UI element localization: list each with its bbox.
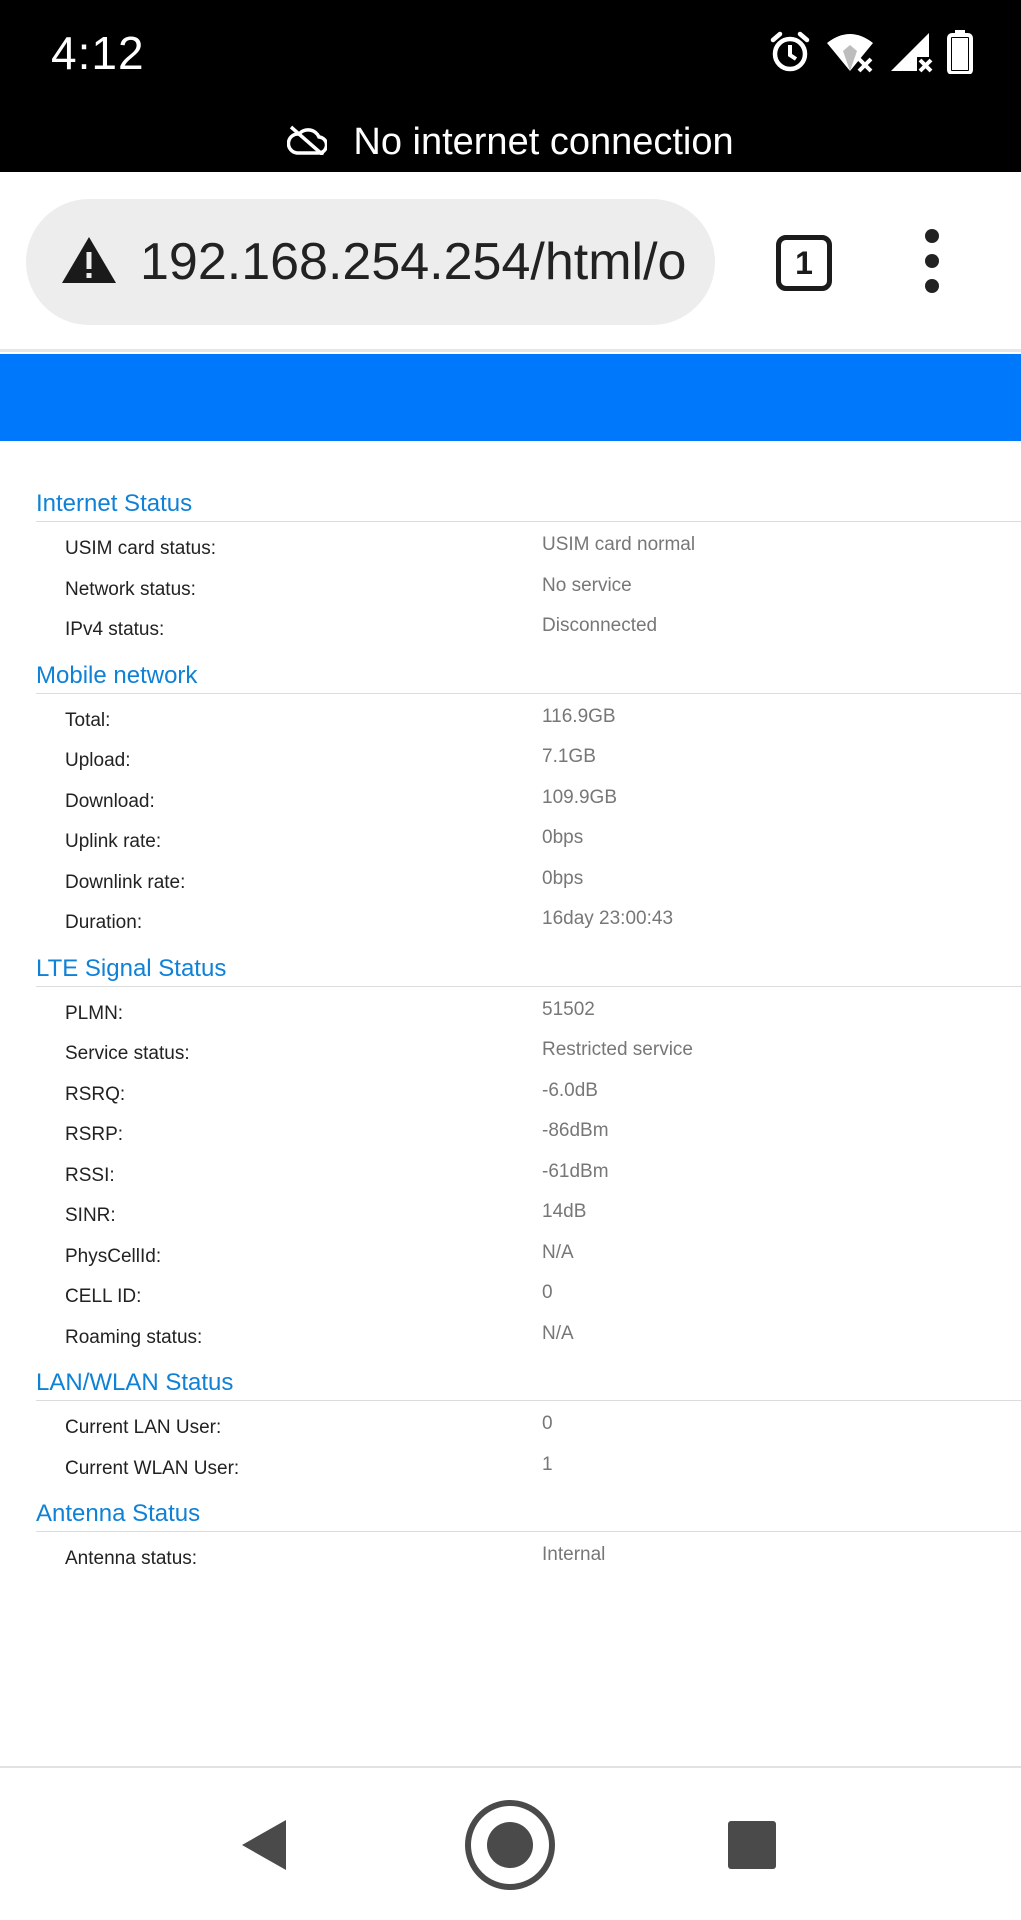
info-row: IPv4 status: Disconnected <box>36 607 1021 648</box>
row-value: N/A <box>542 1322 574 1344</box>
address-bar[interactable]: 192.168.254.254/html/o <box>26 199 715 325</box>
row-label: Current LAN User: <box>65 1417 222 1438</box>
row-label: PhysCellId: <box>65 1245 162 1267</box>
info-row: Current LAN User: 0 <box>36 1405 1021 1446</box>
row-value: 109.9GB <box>542 786 617 808</box>
battery-icon <box>947 30 973 74</box>
info-row: Antenna status: Internal <box>36 1536 1021 1577</box>
section-mobile-network: Mobile network Total: 116.9GB Upload: 7.1G… <box>36 656 1021 949</box>
browser-toolbar: 192.168.254.254/html/o 1 <box>0 172 1021 352</box>
row-label: USIM card status: <box>65 538 216 559</box>
row-label: Antenna status: <box>65 1548 198 1569</box>
tab-switcher-button[interactable]: 1 <box>776 235 832 291</box>
row-value: Restricted service <box>542 1039 693 1060</box>
info-row: Download: 109.9GB <box>36 779 1021 820</box>
row-label: RSRQ: <box>65 1083 126 1105</box>
info-row: SINR: 14dB <box>36 1193 1021 1234</box>
warning-icon[interactable] <box>60 235 118 290</box>
row-value: N/A <box>542 1241 574 1263</box>
info-row: USIM card status: USIM card normal <box>36 526 1021 567</box>
row-label: RSRP: <box>65 1124 124 1145</box>
row-label: Download: <box>65 790 155 812</box>
info-row: Duration: 16day 23:00:43 <box>36 900 1021 941</box>
section-title: Antenna Status <box>36 1494 1021 1532</box>
info-row: Upload: 7.1GB <box>36 738 1021 779</box>
section-antenna-status: Antenna Status Antenna status: Internal <box>36 1494 1021 1585</box>
row-value: 16day 23:00:43 <box>542 908 674 929</box>
info-row: Current WLAN User: 1 <box>36 1446 1021 1487</box>
row-label: Network status: <box>65 578 196 600</box>
row-label: Service status: <box>65 1043 190 1064</box>
row-label: IPv4 status: <box>65 619 165 640</box>
row-value: -86dBm <box>542 1120 609 1141</box>
info-row: RSRP: -86dBm <box>36 1112 1021 1153</box>
section-lte-signal-status: LTE Signal Status PLMN: 51502 Service sta… <box>36 949 1021 1364</box>
clock: 4:12 <box>51 27 145 79</box>
recents-icon[interactable] <box>728 1821 776 1869</box>
row-value: 7.1GB <box>542 746 596 767</box>
row-value: -6.0dB <box>542 1079 598 1101</box>
offline-message: No internet connection <box>353 120 734 163</box>
row-value: -61dBm <box>542 1160 609 1182</box>
row-label: Downlink rate: <box>65 871 186 893</box>
row-value: 0bps <box>542 867 584 889</box>
row-value: 14dB <box>542 1201 587 1222</box>
row-value: 51502 <box>542 998 595 1020</box>
home-icon[interactable] <box>465 1800 555 1890</box>
info-row: Network status: No service <box>36 567 1021 608</box>
more-vert-icon[interactable] <box>915 229 949 293</box>
status-content: Internet Status USIM card status: USIM ca… <box>36 484 1021 1585</box>
row-label: Current WLAN User: <box>65 1457 240 1479</box>
wifi-off-icon <box>825 31 875 73</box>
row-label: Uplink rate: <box>65 831 162 852</box>
row-label: RSSI: <box>65 1164 115 1186</box>
row-label: Roaming status: <box>65 1326 203 1348</box>
info-row: Service status: Restricted service <box>36 1031 1021 1072</box>
row-value: 1 <box>542 1453 553 1475</box>
info-row: RSSI: -61dBm <box>36 1153 1021 1194</box>
section-lan-wlan-status: LAN/WLAN Status Current LAN User: 0 Curre… <box>36 1363 1021 1494</box>
info-row: PhysCellId: N/A <box>36 1234 1021 1275</box>
row-value: 0 <box>542 1413 553 1434</box>
row-value: USIM card normal <box>542 534 696 555</box>
cloud-off-icon <box>287 125 329 160</box>
section-title: Mobile network <box>36 656 1021 694</box>
section-title: Internet Status <box>36 484 1021 522</box>
info-row: Uplink rate: 0bps <box>36 819 1021 860</box>
back-icon[interactable] <box>240 1818 288 1877</box>
row-value: Internal <box>542 1544 606 1565</box>
row-value: No service <box>542 574 632 596</box>
system-nav-bar <box>0 1766 1021 1920</box>
row-label: Upload: <box>65 750 131 771</box>
status-bar: 4:12 No internet connection <box>0 0 1021 172</box>
row-label: Duration: <box>65 912 143 933</box>
section-internet-status: Internet Status USIM card status: USIM ca… <box>36 484 1021 656</box>
row-label: PLMN: <box>65 1002 124 1024</box>
alarm-icon <box>769 30 811 74</box>
row-label: CELL ID: <box>65 1286 142 1307</box>
url-text[interactable]: 192.168.254.254/html/o <box>140 232 692 292</box>
row-value: Disconnected <box>542 615 658 636</box>
info-row: Roaming status: N/A <box>36 1315 1021 1356</box>
signal-icon <box>889 31 933 73</box>
info-row: PLMN: 51502 <box>36 991 1021 1032</box>
info-row: CELL ID: 0 <box>36 1274 1021 1315</box>
header-band <box>0 354 1021 441</box>
row-value: 116.9GB <box>542 705 616 727</box>
info-row: RSRQ: -6.0dB <box>36 1072 1021 1113</box>
section-title: LTE Signal Status <box>36 949 1021 987</box>
status-icons <box>769 30 973 74</box>
offline-banner: No internet connection <box>0 112 1021 172</box>
row-value: 0bps <box>542 827 584 848</box>
info-row: Total: 116.9GB <box>36 698 1021 739</box>
row-value: 0 <box>542 1282 553 1303</box>
section-title: LAN/WLAN Status <box>36 1363 1021 1401</box>
info-row: Downlink rate: 0bps <box>36 860 1021 901</box>
row-label: SINR: <box>65 1205 116 1226</box>
row-label: Total: <box>65 709 111 731</box>
